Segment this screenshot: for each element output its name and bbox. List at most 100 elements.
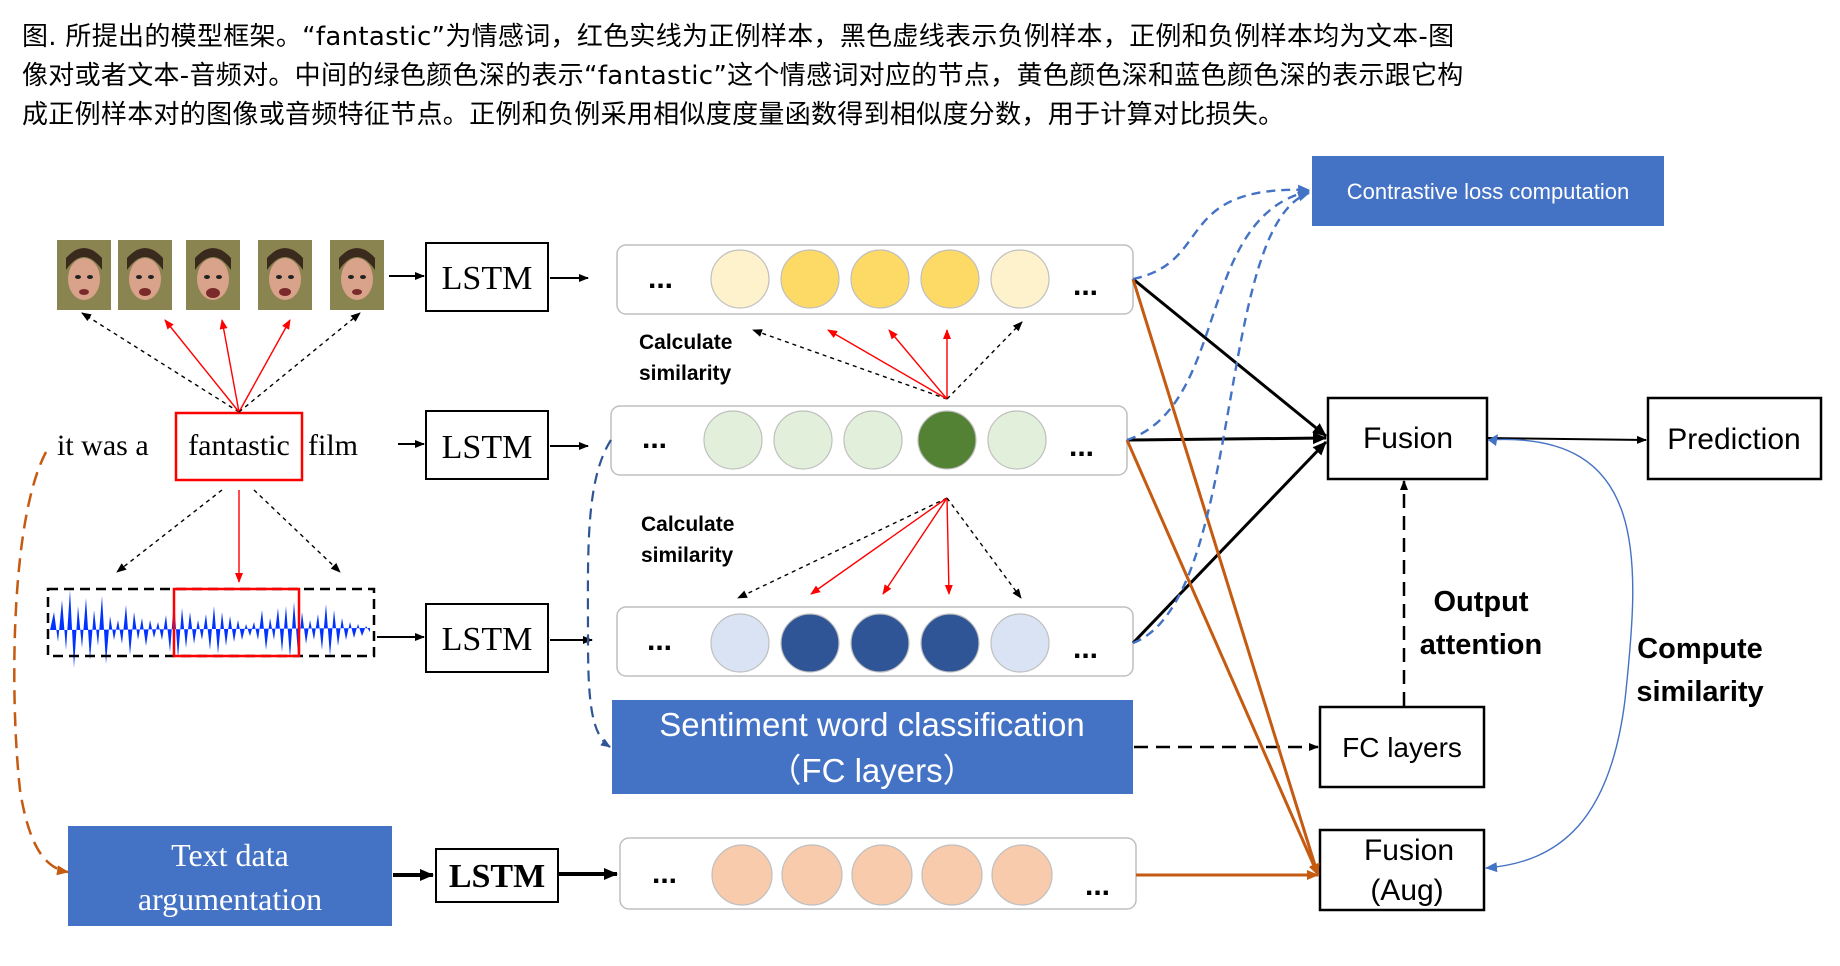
audio-node-positive — [780, 613, 840, 673]
visual-node-positive — [850, 249, 910, 309]
lstm-label: LSTM — [442, 429, 533, 466]
visual-feature-row: ... ... — [616, 244, 1134, 315]
ellipsis-right: ... — [1069, 430, 1094, 463]
audio-to-contrastive-arrow — [1132, 191, 1310, 645]
positive-arrow — [944, 497, 953, 595]
negative-arrow — [81, 312, 240, 413]
ellipsis-left: ... — [652, 857, 677, 890]
calc-similarity-top: Calculate similarity — [639, 331, 732, 385]
text-node — [843, 410, 903, 470]
contrastive-arrows — [1126, 184, 1310, 645]
sentiment-classification-title: Sentiment word classification — [659, 706, 1085, 743]
positive-arrow — [888, 329, 948, 400]
sentiment-classification-subtitle: （FC layers） — [768, 752, 975, 789]
aug-node — [711, 844, 773, 906]
audio-node-positive — [850, 613, 910, 673]
text-augmentation-block: Text data argumentation — [68, 826, 392, 926]
sentence-prefix: it was a — [57, 429, 149, 462]
model-framework-diagram: it was a fantastic film LSTM LSTM LSTM .… — [13, 156, 1823, 926]
ellipsis-left: ... — [642, 422, 667, 455]
positive-arrow — [882, 497, 948, 595]
negative-arrow — [946, 497, 1022, 599]
augmentation-arrows — [1125, 278, 1320, 880]
sentiment-classification-block: Sentiment word classification （FC layers… — [612, 700, 1133, 794]
text-to-classification-arrow — [586, 439, 612, 748]
fusion-block: Fusion — [1326, 396, 1489, 481]
positive-arrow — [810, 497, 948, 595]
fusion-aug-block: Fusion (Aug) — [1318, 828, 1486, 912]
visual-to-fusion-aug-arrow — [1131, 278, 1320, 876]
face-image-icon — [258, 240, 312, 310]
compute-similarity-label: Compute similarity — [1636, 633, 1763, 708]
sentence-to-augmentation-arrow — [13, 451, 69, 876]
negative-arrow — [253, 489, 341, 573]
negative-arrow — [946, 321, 1023, 400]
sentiment-word-node — [917, 410, 977, 470]
calc-similarity-label: similarity — [641, 544, 734, 567]
text-to-fusion-aug-arrow — [1125, 439, 1320, 876]
audio-feature-row: ... ... — [616, 606, 1134, 677]
visual-to-contrastive-arrow — [1132, 184, 1310, 281]
calc-similarity-label: Calculate — [639, 331, 732, 354]
waveform-word-highlight — [172, 587, 301, 658]
similarity-arc-start-head — [1488, 434, 1498, 446]
fc-layers-block: FC layers — [1318, 705, 1486, 789]
sentiment-word: fantastic — [188, 429, 290, 462]
ellipsis-left: ... — [648, 262, 673, 295]
lstm-label: LSTM — [442, 260, 533, 297]
positive-arrow — [238, 319, 291, 413]
text-feature-row: ... ... — [610, 405, 1128, 476]
ellipsis-left: ... — [647, 624, 672, 657]
aug-feature-row: ... ... — [619, 837, 1137, 910]
ellipsis-right: ... — [1073, 269, 1098, 302]
compute-similarity-text: Compute — [1637, 633, 1763, 665]
text-node — [987, 410, 1047, 470]
text-to-fusion-arrow — [1126, 432, 1327, 445]
face-images — [57, 240, 384, 310]
audio-node-positive — [920, 613, 980, 673]
negative-arrow — [737, 497, 948, 599]
visual-node — [710, 249, 770, 309]
calc-similarity-label: Calculate — [641, 513, 734, 536]
fc-layers-label: FC layers — [1342, 732, 1462, 763]
lstm-label: LSTM — [449, 858, 545, 895]
face-image-icon — [118, 240, 172, 310]
aug-node — [781, 844, 843, 906]
visual-node — [990, 249, 1050, 309]
aug-node — [921, 844, 983, 906]
positive-arrow — [827, 329, 948, 400]
face-image-icon — [186, 240, 240, 310]
sentence-suffix: film — [308, 429, 358, 462]
audio-to-fusion-arrow — [1131, 440, 1328, 645]
audio-node — [710, 613, 770, 673]
output-attention-label: Output attention — [1420, 586, 1542, 661]
visual-node-positive — [920, 249, 980, 309]
input-sentence: it was a fantastic film — [57, 411, 358, 482]
fusion-aug-label: (Aug) — [1370, 874, 1443, 907]
negative-arrow — [116, 489, 223, 573]
ellipsis-right: ... — [1073, 632, 1098, 665]
text-node — [773, 410, 833, 470]
lstm-aug: LSTM — [393, 848, 618, 903]
contrastive-loss-label: Contrastive loss computation — [1347, 179, 1629, 204]
compute-similarity-text: similarity — [1636, 676, 1763, 708]
ellipsis-right: ... — [1085, 869, 1110, 902]
fusion-aug-label: Fusion — [1364, 834, 1454, 867]
prediction-label: Prediction — [1667, 423, 1800, 456]
lstm-label: LSTM — [442, 621, 533, 658]
positive-arrow — [164, 319, 240, 413]
negative-arrow — [238, 312, 361, 413]
visual-to-fusion-arrow — [1132, 277, 1327, 438]
text-aug-line2: argumentation — [138, 881, 322, 917]
visual-node-positive — [780, 249, 840, 309]
output-attention-text: attention — [1420, 629, 1542, 661]
lstm-audio: LSTM — [377, 603, 593, 673]
output-attention-text: Output — [1433, 586, 1528, 618]
face-image-icon — [330, 240, 384, 310]
aug-node — [851, 844, 913, 906]
aug-node — [991, 844, 1053, 906]
audio-waveform — [46, 587, 376, 668]
contrastive-loss-block: Contrastive loss computation — [1312, 156, 1664, 226]
text-aug-line1: Text data — [171, 837, 289, 873]
text-node — [703, 410, 763, 470]
